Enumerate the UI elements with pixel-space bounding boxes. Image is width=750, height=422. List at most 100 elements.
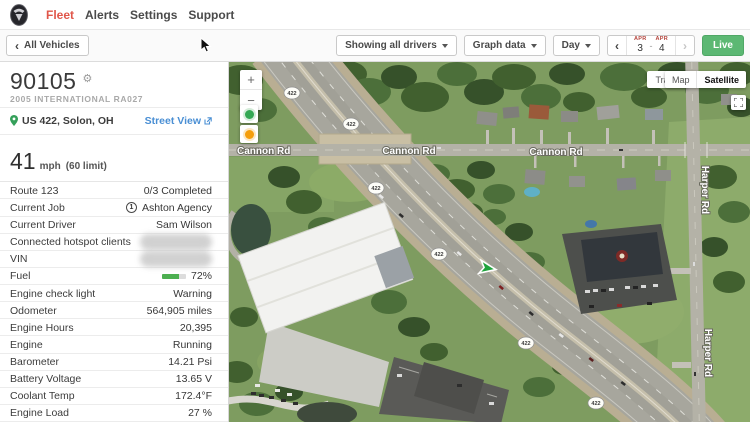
date-separator: - (649, 40, 653, 51)
nav-item-support[interactable]: Support (188, 8, 234, 22)
detail-row: Current Job 1 Ashton Agency (0, 199, 228, 216)
detail-label: Engine check light (10, 287, 96, 300)
detail-row: Engine Hours 20,395 (0, 319, 228, 336)
detail-row: Coolant Temp 172.4°F (0, 388, 228, 405)
brand-logo-icon[interactable] (10, 3, 28, 26)
detail-label: Connected hotspot clients (10, 236, 131, 249)
detail-label: Current Job (10, 201, 65, 214)
detail-row: Engine check light Warning (0, 285, 228, 302)
detail-label: Coolant Temp (10, 390, 75, 403)
svg-text:422: 422 (346, 122, 355, 128)
detail-row: Engine Running (0, 336, 228, 353)
map-zoom-control: + − (240, 70, 262, 110)
speed-value: 41 (10, 147, 36, 174)
nav-item-fleet[interactable]: Fleet (46, 8, 74, 22)
svg-text:Cannon Rd: Cannon Rd (382, 146, 435, 157)
external-link-icon (204, 116, 212, 125)
commercial-building (562, 224, 677, 314)
detail-value: Running (172, 338, 212, 351)
svg-text:422: 422 (371, 186, 380, 192)
svg-text:Harper Rd: Harper Rd (702, 329, 713, 377)
vehicle-address: US 422, Solon, OH (22, 114, 114, 127)
svg-text:422: 422 (521, 341, 530, 347)
drivers-dropdown[interactable]: Showing all drivers (336, 35, 457, 56)
detail-label: Barometer (10, 356, 60, 369)
detail-label: Odometer (10, 304, 57, 317)
detail-label: Fuel (10, 270, 31, 283)
svg-text:Cannon Rd: Cannon Rd (529, 147, 582, 158)
redacted-value (140, 234, 212, 251)
detail-label: Current Driver (10, 219, 76, 232)
gear-icon[interactable]: ⚙ (82, 73, 92, 85)
detail-label: Engine (10, 338, 43, 351)
green-dot-icon (244, 109, 254, 119)
date-range-display: APR 3 - APR 4 (625, 36, 675, 55)
job-count-badge: 1 (125, 202, 137, 214)
detail-label: VIN (10, 253, 28, 266)
detail-value: 564,905 miles (146, 304, 212, 317)
fullscreen-button[interactable] (731, 95, 746, 110)
live-button[interactable]: Live (701, 35, 744, 56)
range-dropdown[interactable]: Day (552, 35, 600, 56)
detail-value: 20,395 (179, 321, 212, 334)
detail-row: Connected hotspot clients (0, 234, 228, 251)
date-start: APR 3 (634, 37, 647, 54)
location-row: US 422, Solon, OH Street View (0, 106, 228, 135)
mouse-cursor (200, 37, 212, 53)
fullscreen-icon (734, 98, 743, 107)
detail-label: Battery Voltage (10, 373, 82, 386)
details-table: Route 123 0/3 Completed Current Job 1 Ashton… (0, 181, 228, 422)
caret-down-icon (584, 43, 591, 48)
date-range-control[interactable]: ‹ APR 3 - APR 4 › (606, 35, 695, 56)
detail-row: Engine Load 27 % (0, 405, 228, 422)
detail-row: Fuel 72% (0, 268, 228, 285)
street-view-link[interactable]: Street View (145, 115, 212, 127)
map-canvas[interactable]: 422 422 422 422 422 422 Cannon Rd Cannon… (229, 62, 750, 422)
date-start-month: APR (633, 36, 647, 43)
detail-value: Warning (173, 287, 212, 300)
date-end-month: APR (655, 36, 668, 43)
svg-text:Cannon Rd: Cannon Rd (237, 146, 290, 157)
detail-label: Engine Load (10, 407, 69, 420)
graph-data-dropdown[interactable]: Graph data (463, 35, 546, 56)
graph-dropdown-label: Graph data (472, 40, 526, 51)
detail-label: Route 123 (10, 184, 59, 197)
nav-item-settings[interactable]: Settings (130, 8, 177, 22)
layer-toggle-orange-button[interactable] (240, 125, 258, 143)
caret-down-icon (441, 43, 448, 48)
caret-down-icon (530, 43, 537, 48)
date-end: APR 4 (655, 37, 668, 54)
redacted-value (140, 251, 212, 268)
toolbar: ‹ All Vehicles Showing all drivers Graph… (0, 30, 750, 62)
back-all-vehicles-button[interactable]: ‹ All Vehicles (6, 35, 89, 56)
satellite-imagery: 422 422 422 422 422 422 Cannon Rd Cannon… (229, 62, 750, 422)
detail-row: Battery Voltage 13.65 V (0, 371, 228, 388)
chevron-right-icon: › (682, 38, 687, 53)
svg-text:422: 422 (287, 91, 296, 97)
detail-value: 14.21 Psi (168, 356, 212, 369)
svg-text:Harper Rd: Harper Rd (699, 166, 710, 214)
chevron-left-icon: ‹ (614, 38, 619, 53)
layer-toggle-green-button[interactable] (240, 105, 258, 123)
map-type-map-button[interactable]: Map (665, 71, 697, 88)
date-end-day: 4 (658, 42, 665, 54)
map-type-satellite-button[interactable]: Satellite (696, 71, 746, 88)
speed-limit: (60 limit) (65, 160, 107, 172)
detail-row: Odometer 564,905 miles (0, 302, 228, 319)
detail-value: 13.65 V (175, 373, 212, 386)
detail-value: 0/3 Completed (143, 184, 212, 197)
date-next-button[interactable]: › (674, 36, 694, 55)
range-dropdown-label: Day (561, 40, 580, 51)
date-prev-button[interactable]: ‹ (608, 36, 626, 55)
vehicle-description: 2005 INTERNATIONAL RA027 (10, 94, 144, 104)
speed-block: 41 mph (60 limit) (0, 135, 228, 182)
detail-value: Sam Wilson (155, 219, 212, 232)
detail-value: 72% (190, 270, 212, 283)
zoom-in-button[interactable]: + (240, 70, 262, 90)
detail-row: Current Driver Sam Wilson (0, 217, 228, 234)
nav-item-alerts[interactable]: Alerts (85, 8, 119, 22)
street-view-label: Street View (144, 114, 201, 127)
orange-dot-icon (244, 129, 254, 139)
detail-value: Ashton Agency (141, 201, 212, 214)
svg-text:422: 422 (434, 252, 443, 258)
